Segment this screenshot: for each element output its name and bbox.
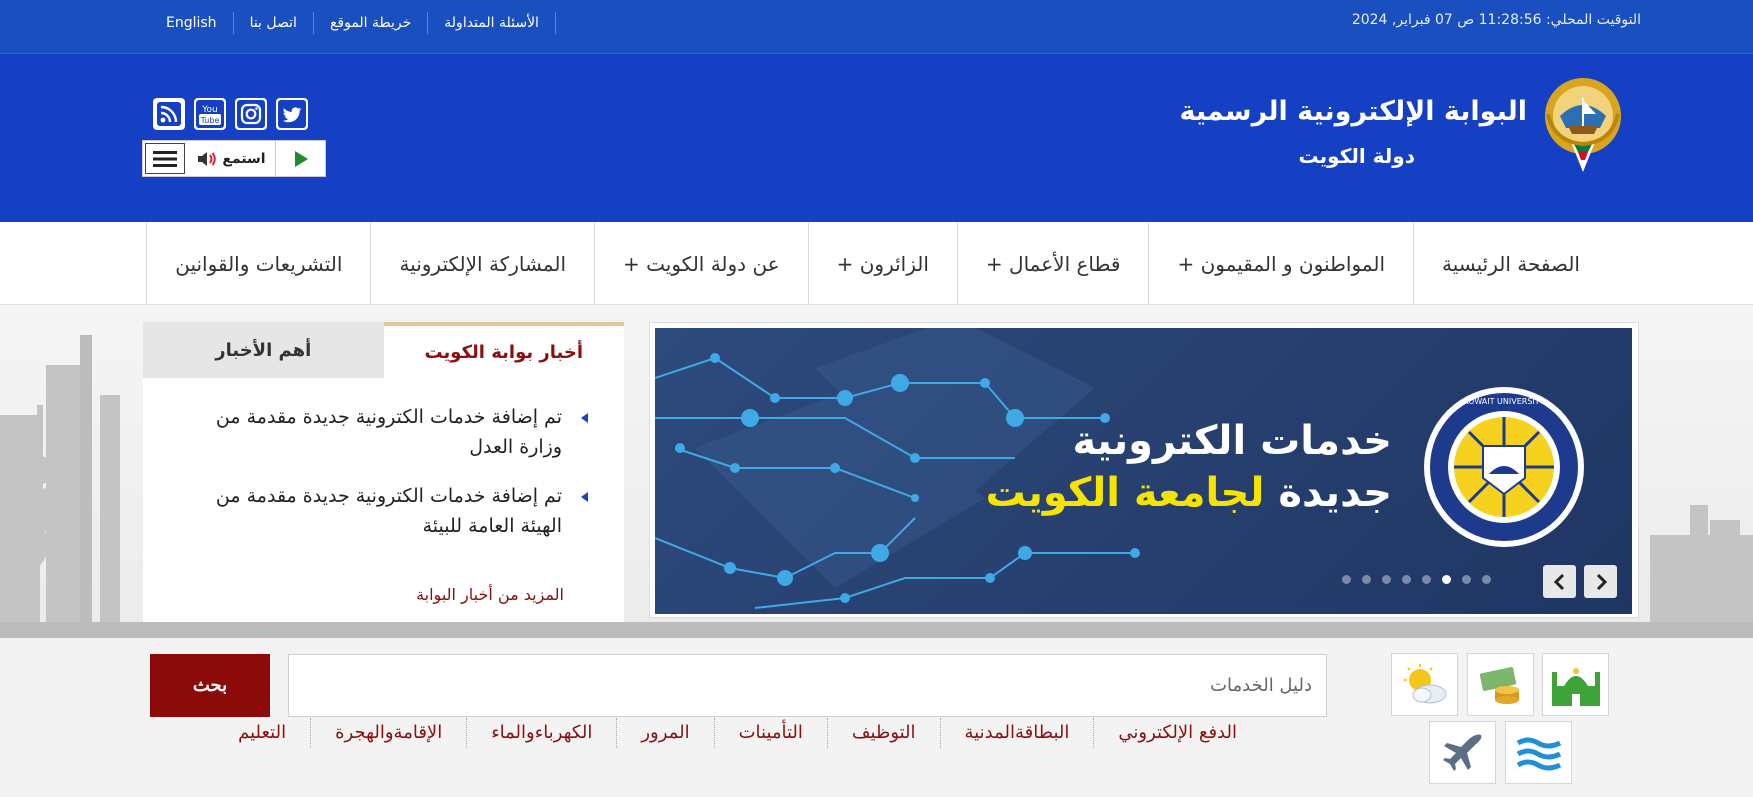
quick-link-insurance[interactable]: التأمينات (713, 718, 827, 748)
youtube-text-top: You (201, 105, 218, 115)
slider-prev-button[interactable] (1543, 565, 1576, 598)
services-search-input[interactable] (288, 654, 1327, 717)
listen-button[interactable]: استمع (187, 141, 275, 176)
local-time: التوقيت المحلي: 11:28:56 ص 07 فبراير, 20… (1351, 12, 1641, 28)
quick-link-traffic[interactable]: المرور (616, 718, 713, 748)
youtube-icon[interactable]: You Tube (194, 98, 226, 130)
slider-dot[interactable] (1402, 575, 1411, 584)
news-item-text[interactable]: تم إضافة خدمات الكترونية جديدة مقدمة من … (216, 485, 562, 537)
mosque-icon[interactable] (1542, 653, 1609, 716)
nav-item-home[interactable]: الصفحة الرئيسية (1413, 222, 1608, 305)
main-nav: الصفحة الرئيسية المواطنون و المقيمون + ق… (0, 222, 1753, 305)
banner-subheadline-white: جديدة (1278, 470, 1392, 516)
money-icon[interactable] (1467, 653, 1534, 716)
site-subtitle: دولة الكويت (1298, 144, 1415, 168)
airplane-icon[interactable] (1429, 721, 1496, 784)
news-tabs: أهم الأخبار أخبار بوابة الكويت (143, 322, 624, 378)
site-title: البوابة الإلكترونية الرسمية (1179, 96, 1527, 127)
twitter-icon[interactable] (276, 98, 308, 130)
sea-icon[interactable] (1505, 721, 1572, 784)
player-menu-icon[interactable] (145, 143, 185, 174)
nav-item-legislation[interactable]: التشريعات والقوانين (146, 222, 370, 305)
quick-link-residency[interactable]: الإقامةوالهجرة (310, 718, 466, 748)
seal-year: 1966 (1486, 526, 1522, 542)
quick-link-electricity-water[interactable]: الكهرباءوالماء (466, 718, 616, 748)
news-item[interactable]: تم إضافة خدمات الكترونية جديدة مقدمة من … (183, 481, 588, 541)
bullet-arrow-icon (581, 492, 588, 502)
banner-headline: خدمات الكترونية (1072, 418, 1392, 464)
speaker-icon (198, 151, 217, 166)
banner-slide[interactable]: خدمات الكترونية جديدة لجامعة الكويت 1966… (655, 328, 1632, 614)
quick-link-civil-id[interactable]: البطاقةالمدنية (939, 718, 1094, 748)
listen-label: استمع (222, 150, 266, 167)
slider-dot[interactable] (1362, 575, 1371, 584)
slider-dot[interactable] (1342, 575, 1351, 584)
slider-dot[interactable] (1382, 575, 1391, 584)
slider-dot[interactable] (1482, 575, 1491, 584)
more-news-link[interactable]: المزيد من أخبار البوابة (416, 585, 564, 604)
english-link[interactable]: English (150, 12, 233, 34)
rss-icon[interactable] (153, 98, 185, 130)
header: البوابة الإلكترونية الرسمية دولة الكويت … (0, 54, 1753, 222)
quick-link-epayment[interactable]: الدفع الإلكتروني (1093, 718, 1261, 748)
tab-top-news[interactable]: أهم الأخبار (143, 322, 384, 378)
slider-dots (1342, 575, 1491, 584)
quick-link-employment[interactable]: التوظيف (826, 718, 940, 748)
quick-link-education[interactable]: التعليم (214, 718, 310, 748)
kuwait-university-seal-icon: 1966 KUWAIT UNIVERSITY (1424, 387, 1584, 547)
sitemap-link[interactable]: خريطة الموقع (312, 12, 427, 34)
slider-next-button[interactable] (1584, 565, 1617, 598)
kuwait-emblem-icon[interactable] (1538, 74, 1628, 174)
faq-link[interactable]: الأسئلة المتداولة (427, 12, 555, 34)
nav-item-business[interactable]: قطاع الأعمال + (956, 222, 1149, 305)
slider-dot[interactable] (1422, 575, 1431, 584)
divider (554, 12, 556, 34)
banner-subheadline: جديدة لجامعة الكويت (986, 470, 1392, 516)
youtube-text-bottom: Tube (200, 116, 220, 125)
news-item[interactable]: تم إضافة خدمات الكترونية جديدة مقدمة من … (183, 402, 588, 462)
chevron-left-icon (1553, 573, 1564, 590)
banner-subheadline-yellow: لجامعة الكويت (985, 470, 1265, 516)
weather-icon[interactable] (1391, 653, 1458, 716)
nav-item-visitors[interactable]: الزائرون + (807, 222, 957, 305)
instagram-icon[interactable] (235, 98, 267, 130)
play-icon (294, 150, 308, 167)
search-button[interactable]: بحث (150, 654, 270, 717)
play-button[interactable] (275, 141, 325, 176)
nav-item-eparticipation[interactable]: المشاركة الإلكترونية (370, 222, 594, 305)
top-links: English اتصل بنا خريطة الموقع الأسئلة ال… (150, 12, 556, 34)
slider-dot[interactable] (1442, 575, 1451, 584)
news-panel: أهم الأخبار أخبار بوابة الكويت تم إضافة … (143, 322, 624, 622)
nav-item-citizens[interactable]: المواطنون و المقيمون + (1148, 222, 1413, 305)
news-item-text[interactable]: تم إضافة خدمات الكترونية جديدة مقدمة من … (216, 406, 562, 458)
search-area: بحث الدفع الإلكتروني البطاقةالمدنية التو… (0, 638, 1753, 797)
quick-links: الدفع الإلكتروني البطاقةالمدنية التوظيف … (214, 718, 1261, 748)
bullet-arrow-icon (581, 413, 588, 423)
tab-portal-news[interactable]: أخبار بوابة الكويت (383, 322, 624, 378)
news-list: تم إضافة خدمات الكترونية جديدة مقدمة من … (143, 378, 624, 541)
banner-slider: خدمات الكترونية جديدة لجامعة الكويت 1966… (649, 322, 1639, 618)
slider-dot[interactable] (1462, 575, 1471, 584)
listen-player[interactable]: استمع (142, 140, 326, 177)
contact-link[interactable]: اتصل بنا (232, 12, 313, 34)
seal-ring-text: KUWAIT UNIVERSITY (1463, 397, 1544, 406)
chevron-right-icon (1596, 573, 1607, 590)
top-bar: English اتصل بنا خريطة الموقع الأسئلة ال… (0, 0, 1753, 54)
nav-item-about[interactable]: عن دولة الكويت + (594, 222, 808, 305)
